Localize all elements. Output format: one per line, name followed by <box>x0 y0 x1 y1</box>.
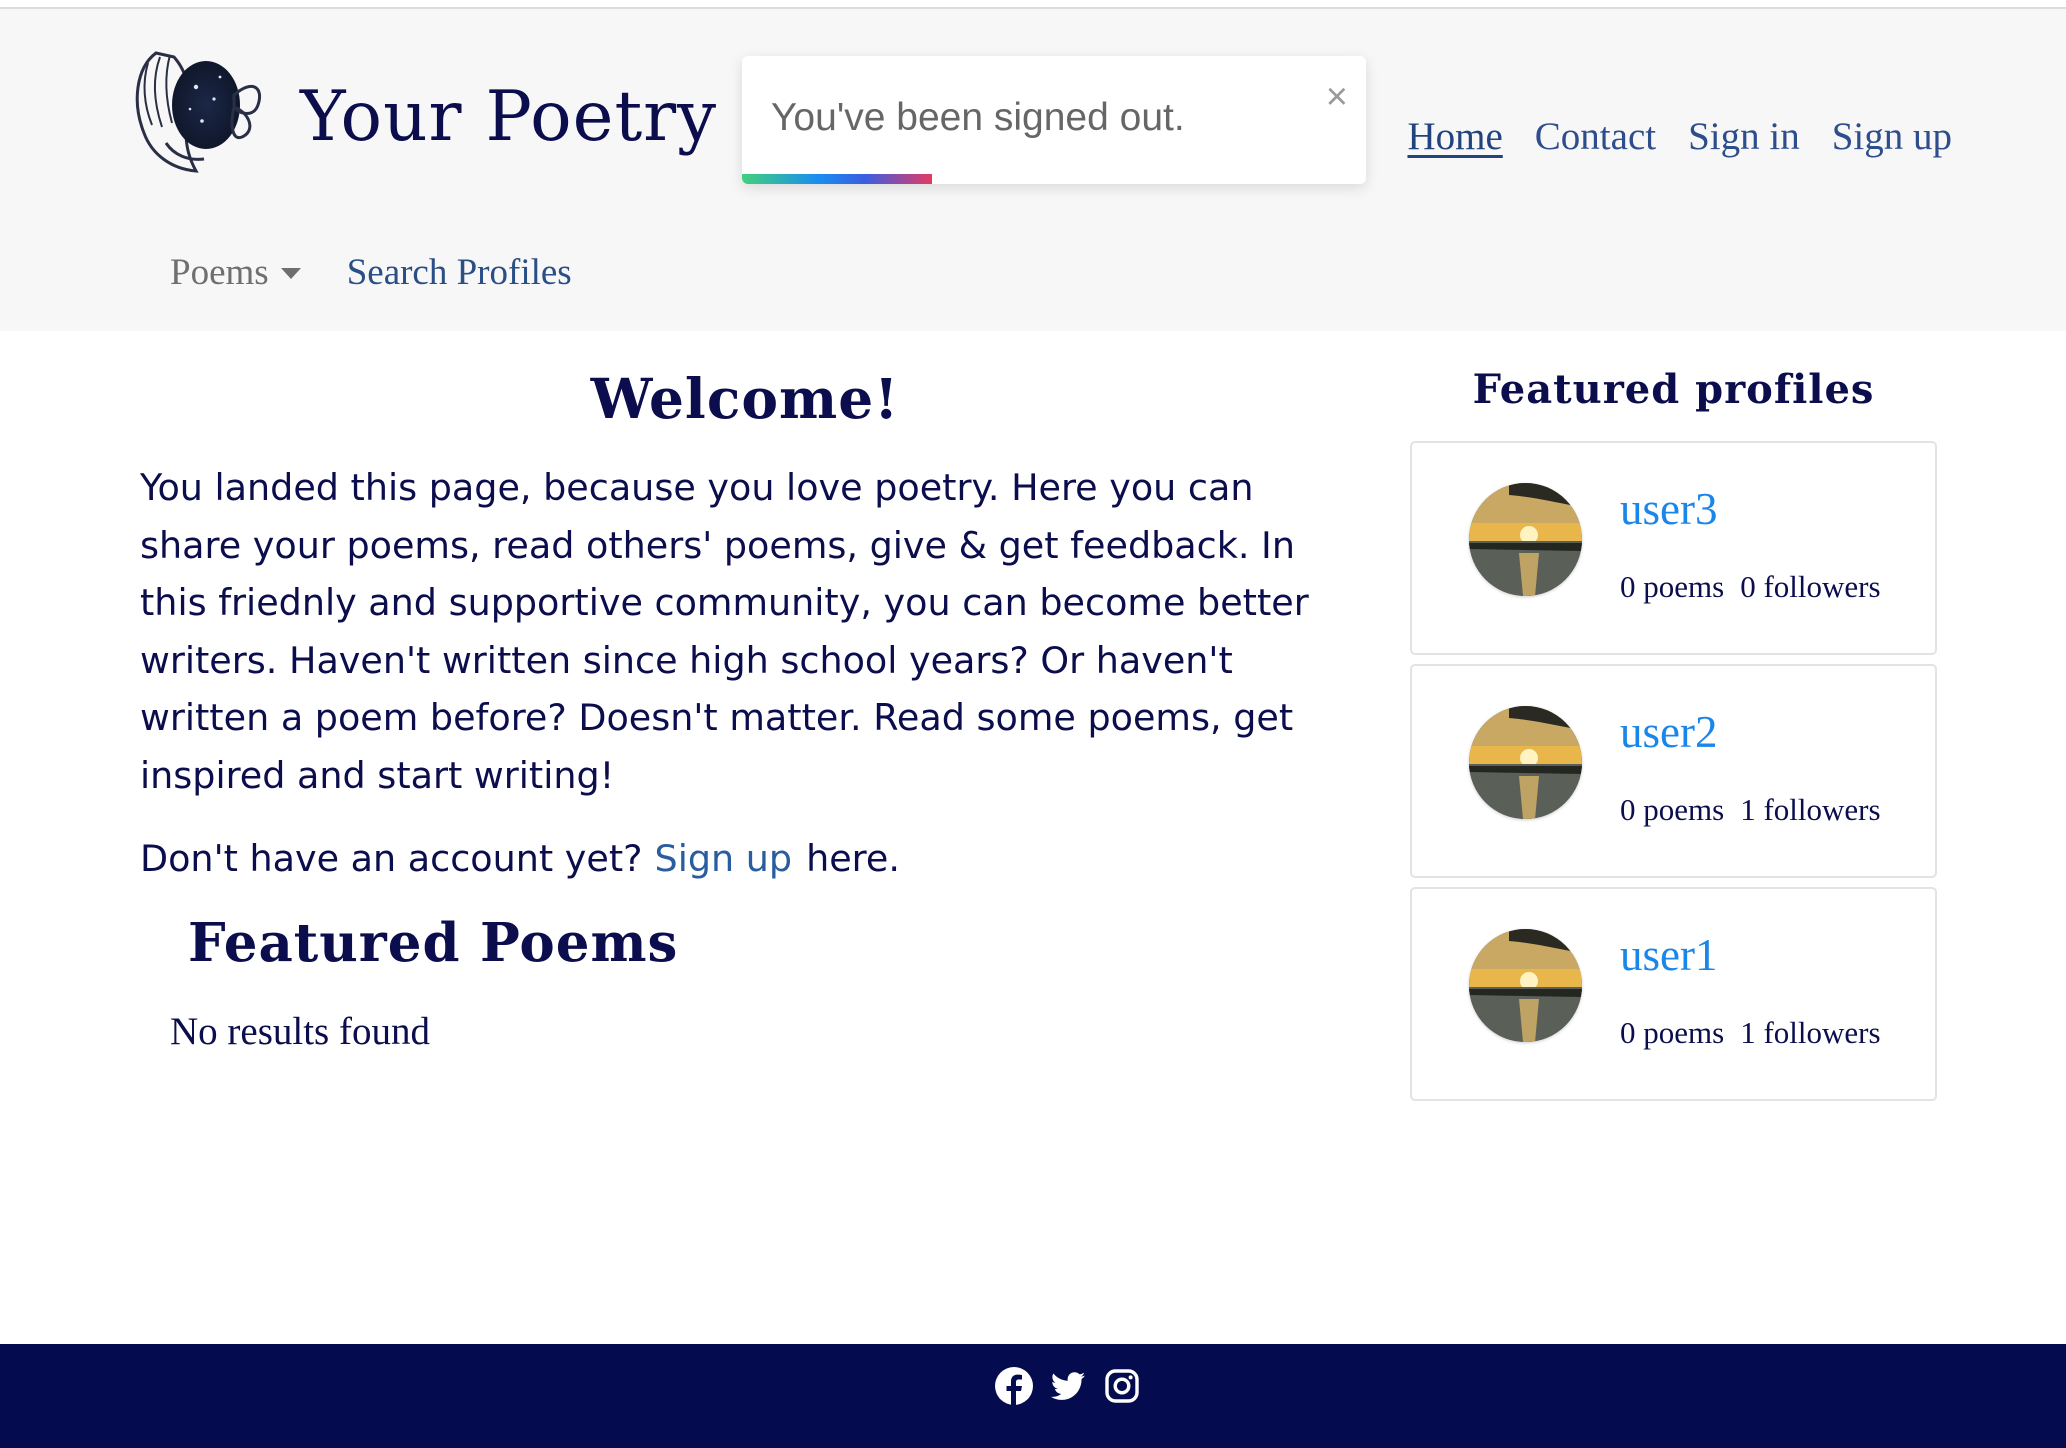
nav-sign-up[interactable]: Sign up <box>1832 114 1952 159</box>
social-links <box>994 1366 1142 1406</box>
profile-username[interactable]: user1 <box>1620 929 1717 981</box>
toast-message: You've been signed out. <box>771 96 1185 139</box>
close-icon[interactable]: × <box>1326 76 1348 119</box>
account-prompt-text: Don't have an account yet? <box>140 837 643 880</box>
facebook-icon[interactable] <box>994 1366 1034 1406</box>
avatar[interactable] <box>1469 929 1582 1042</box>
twitter-icon[interactable] <box>1048 1366 1088 1406</box>
nav-sign-in[interactable]: Sign in <box>1688 114 1800 159</box>
poems-dropdown-label: Poems <box>170 252 269 293</box>
intro-text: You landed this page, because you love p… <box>140 466 1309 797</box>
profile-stats: 0 poems 0 followers <box>1620 569 1881 605</box>
account-prompt-suffix: here. <box>806 837 900 880</box>
no-results-text: No results found <box>170 1010 430 1053</box>
poems-dropdown[interactable]: Poems <box>170 251 301 294</box>
followers-count: 0 followers <box>1740 569 1881 604</box>
nav-contact[interactable]: Contact <box>1535 114 1656 159</box>
toast-progress-bar <box>742 174 932 184</box>
brand-title[interactable]: Your Poetry <box>300 77 717 157</box>
poems-count: 0 poems <box>1620 569 1725 604</box>
sub-nav: Poems Search Profiles <box>170 251 572 294</box>
profile-username[interactable]: user2 <box>1620 706 1717 758</box>
welcome-heading: Welcome! <box>590 366 900 431</box>
top-nav: Home Contact Sign in Sign up <box>1407 114 1952 159</box>
top-border <box>0 0 2066 9</box>
signout-toast: You've been signed out. × <box>742 56 1366 184</box>
account-prompt: Don't have an account yet? Sign up here. <box>140 837 900 880</box>
profile-card[interactable]: user3 0 poems 0 followers <box>1410 441 1937 655</box>
logo[interactable] <box>126 43 268 183</box>
featured-poems-title: Featured Poems <box>188 912 679 974</box>
instagram-icon[interactable] <box>1102 1366 1142 1406</box>
featured-profiles-title: Featured profiles <box>1472 366 1875 413</box>
profile-card[interactable]: user1 0 poems 1 followers <box>1410 887 1937 1101</box>
profile-card[interactable]: user2 0 poems 1 followers <box>1410 664 1937 878</box>
poems-count: 0 poems <box>1620 1015 1725 1050</box>
profile-stats: 0 poems 1 followers <box>1620 792 1881 828</box>
poems-count: 0 poems <box>1620 792 1725 827</box>
search-profiles-link[interactable]: Search Profiles <box>347 251 572 294</box>
followers-count: 1 followers <box>1740 792 1881 827</box>
signup-link[interactable]: Sign up <box>655 837 793 880</box>
followers-count: 1 followers <box>1740 1015 1881 1050</box>
caret-down-icon <box>280 268 301 279</box>
avatar[interactable] <box>1469 706 1582 819</box>
avatar[interactable] <box>1469 483 1582 596</box>
profile-stats: 0 poems 1 followers <box>1620 1015 1881 1051</box>
profile-username[interactable]: user3 <box>1620 483 1717 535</box>
site-footer <box>0 1344 2066 1448</box>
nav-home[interactable]: Home <box>1407 114 1502 159</box>
